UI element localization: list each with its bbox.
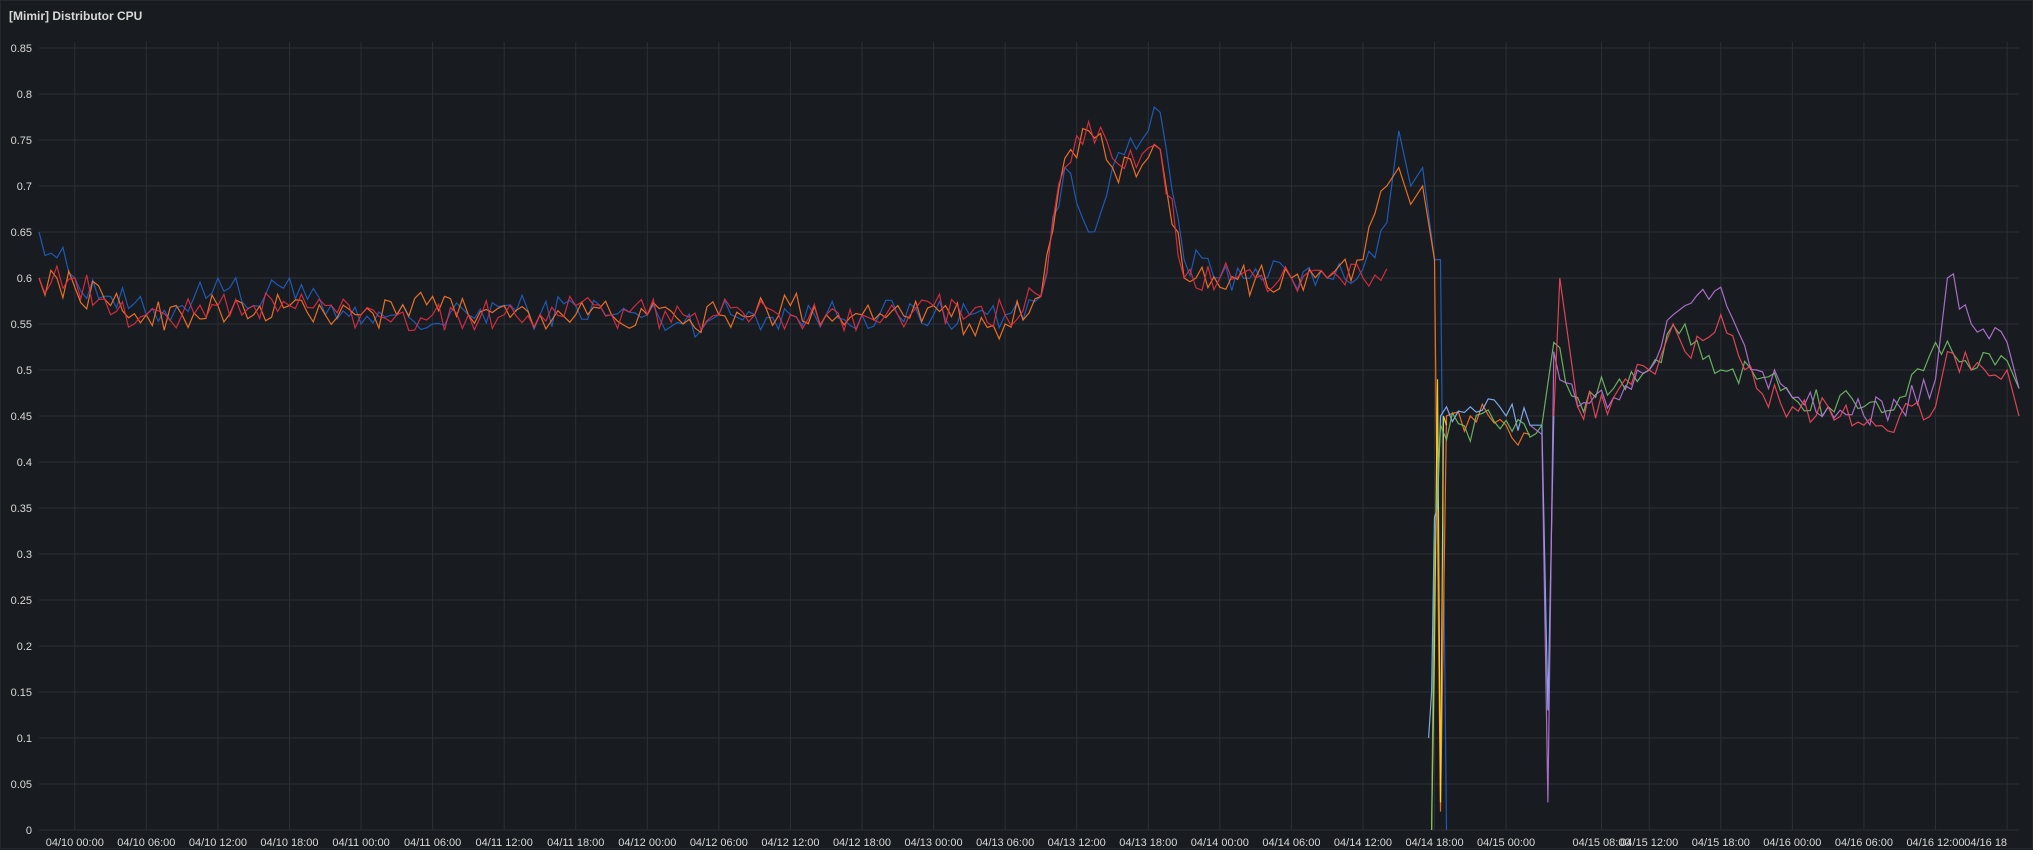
x-tick-label: 04/10 12:00 (189, 837, 247, 849)
series-line (1428, 398, 1555, 739)
series-line (38, 127, 1531, 812)
x-tick-label: 04/15 18:00 (1692, 837, 1750, 849)
chart-panel: [Mimir] Distributor CPU 0 0.05 0.1 0.15 0.2 0… (0, 0, 2033, 849)
y-axis-ticks: 0 0.05 0.1 0.15 0.2 0.25 0.3 0.35 0.4 0.45 0.5 0.55… (11, 43, 32, 837)
y-tick-label: 0.4 (17, 457, 32, 469)
y-tick-label: 0.25 (11, 595, 32, 607)
x-tick-label: 04/16 06:00 (1835, 837, 1893, 849)
x-tick-label: 04/12 00:00 (618, 837, 676, 849)
x-tick-label: 04/14 18:00 (1405, 837, 1463, 849)
x-tick-label: 04/11 00:00 (332, 837, 389, 849)
x-tick-label: 04/11 06:00 (404, 837, 461, 849)
x-tick-label: 04/14 06:00 (1262, 837, 1320, 849)
x-tick-label: 04/10 00:00 (46, 837, 104, 849)
x-tick-label: 04/12 12:00 (761, 837, 819, 849)
x-tick-label: 04/13 06:00 (976, 837, 1034, 849)
x-tick-label: 04/13 00:00 (905, 837, 963, 849)
x-tick-label: 04/16 00:00 (1763, 837, 1821, 849)
x-tick-label: 04/15 00:00 (1477, 837, 1535, 849)
series-line (38, 105, 1448, 831)
y-tick-label: 0.45 (11, 411, 32, 423)
y-tick-label: 0.1 (17, 733, 32, 745)
series-line (1529, 272, 2020, 803)
x-tick-label: 04/11 18:00 (547, 837, 604, 849)
x-tick-label: 04/10 06:00 (117, 837, 175, 849)
y-tick-label: 0.7 (17, 181, 32, 193)
y-tick-label: 0 (26, 825, 32, 837)
y-tick-label: 0.2 (17, 641, 32, 653)
y-tick-label: 0.55 (11, 319, 32, 331)
timeseries-chart[interactable]: 0 0.05 0.1 0.15 0.2 0.25 0.3 0.35 0.4 0.45 0.5 0.55… (1, 1, 2033, 850)
y-tick-label: 0.8 (17, 89, 32, 101)
x-tick-label: 04/11 12:00 (476, 837, 533, 849)
x-tick-label: 04/12 18:00 (833, 837, 891, 849)
y-tick-label: 0.15 (11, 687, 32, 699)
x-tick-label: 04/13 18:00 (1119, 837, 1177, 849)
y-tick-label: 0.85 (11, 43, 32, 55)
x-tick-label: 04/10 18:00 (260, 837, 318, 849)
x-tick-label: 04/14 00:00 (1191, 837, 1249, 849)
x-tick-label: 04/15 12:00 (1620, 837, 1678, 849)
y-tick-label: 0.65 (11, 227, 32, 239)
grid-layer (39, 42, 2019, 831)
y-tick-label: 0.35 (11, 503, 32, 515)
series-layer (38, 105, 2020, 831)
series-line (1553, 277, 2020, 434)
x-tick-label: 04/16 12:00 (1906, 837, 1964, 849)
x-tick-label: 04/13 12:00 (1048, 837, 1106, 849)
y-tick-label: 0.3 (17, 549, 32, 561)
x-tick-label: 04/12 06:00 (690, 837, 748, 849)
y-tick-label: 0.05 (11, 779, 32, 791)
series-line (1431, 322, 2020, 831)
x-tick-label: 04/16 18 (1964, 837, 2007, 849)
y-tick-label: 0.6 (17, 273, 32, 285)
x-tick-label: 04/14 12:00 (1334, 837, 1392, 849)
y-tick-label: 0.75 (11, 135, 32, 147)
x-axis-ticks: 04/10 00:00 04/10 06:00 04/10 12:00 04/10 1… (46, 837, 2007, 849)
y-tick-label: 0.5 (17, 365, 32, 377)
